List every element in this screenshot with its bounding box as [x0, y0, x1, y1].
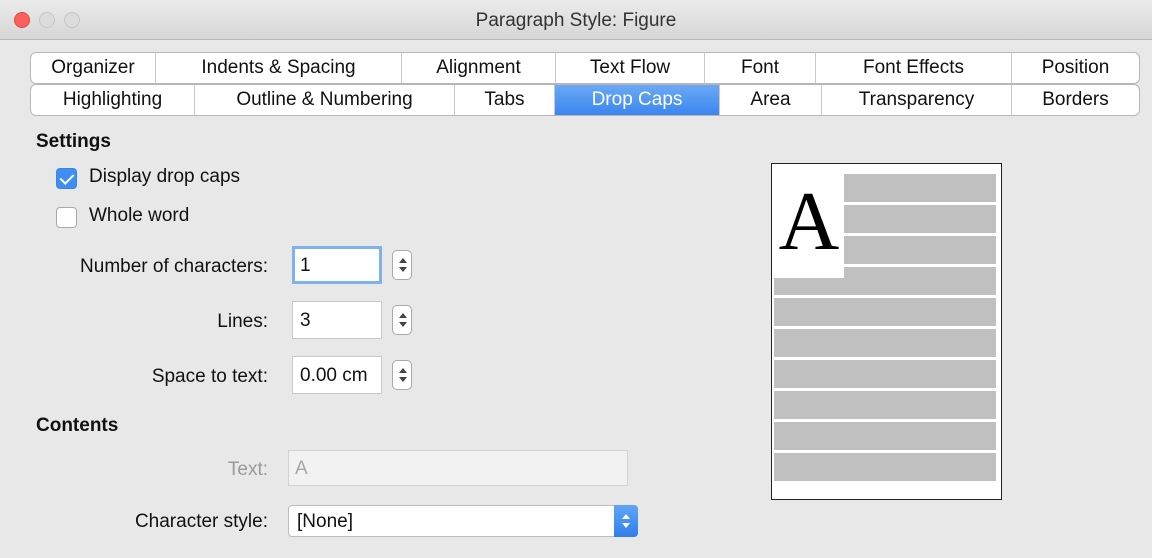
preview-line [774, 422, 996, 450]
window-title: Paragraph Style: Figure [475, 10, 677, 31]
preview-line [844, 236, 996, 264]
space-to-text-label: Space to text: [151, 366, 268, 387]
tab-organizer[interactable]: Organizer [31, 53, 156, 83]
whole-word-checkbox[interactable] [56, 207, 77, 228]
lines-input[interactable]: 3 [292, 301, 382, 339]
preview-line [774, 391, 996, 419]
tab-indents-spacing[interactable]: Indents & Spacing [156, 53, 402, 83]
tab-highlighting[interactable]: Highlighting [31, 85, 195, 115]
whole-word-label[interactable]: Whole word [89, 205, 189, 227]
preview-line [774, 298, 996, 326]
number-of-characters-label: Number of characters: [80, 256, 268, 277]
tab-outline-numbering[interactable]: Outline & Numbering [195, 85, 455, 115]
number-of-characters-input[interactable]: 1 [292, 246, 382, 284]
tab-font-effects[interactable]: Font Effects [816, 53, 1012, 83]
tab-font[interactable]: Font [705, 53, 816, 83]
contents-heading: Contents [36, 415, 119, 436]
preview-line [774, 329, 996, 357]
tab-tabs[interactable]: Tabs [455, 85, 555, 115]
tab-alignment[interactable]: Alignment [402, 53, 556, 83]
settings-heading: Settings [36, 131, 111, 152]
display-drop-caps-checkbox[interactable] [56, 168, 77, 189]
tab-row-1: Organizer Indents & Spacing Alignment Te… [30, 52, 1140, 84]
select-chevron-icon[interactable] [614, 505, 638, 537]
preview-line [774, 453, 996, 481]
tab-drop-caps[interactable]: Drop Caps [555, 85, 720, 115]
space-to-text-input[interactable]: 0.00 cm [292, 356, 382, 394]
tab-position[interactable]: Position [1012, 53, 1139, 83]
character-style-select[interactable]: [None] [288, 505, 638, 537]
preview-line [844, 174, 996, 202]
tab-borders[interactable]: Borders [1012, 85, 1139, 115]
tab-transparency[interactable]: Transparency [822, 85, 1012, 115]
tab-text-flow[interactable]: Text Flow [556, 53, 705, 83]
preview-drop-cap-letter: A [774, 166, 844, 278]
tab-row-2: Highlighting Outline & Numbering Tabs Dr… [30, 84, 1140, 116]
title-bar: Paragraph Style: Figure [0, 0, 1152, 40]
lines-stepper[interactable] [392, 305, 412, 335]
character-style-value: [None] [297, 511, 353, 532]
space-to-text-stepper[interactable] [392, 360, 412, 390]
preview-line [844, 205, 996, 233]
drop-caps-preview: A [771, 163, 1002, 500]
preview-line [774, 360, 996, 388]
text-label: Text: [227, 459, 268, 480]
lines-label: Lines: [217, 311, 268, 332]
drop-cap-text-field[interactable]: A [288, 450, 628, 486]
tab-area[interactable]: Area [720, 85, 822, 115]
number-of-characters-stepper[interactable] [392, 250, 412, 280]
character-style-label: Character style: [134, 511, 268, 532]
display-drop-caps-label[interactable]: Display drop caps [89, 166, 240, 188]
